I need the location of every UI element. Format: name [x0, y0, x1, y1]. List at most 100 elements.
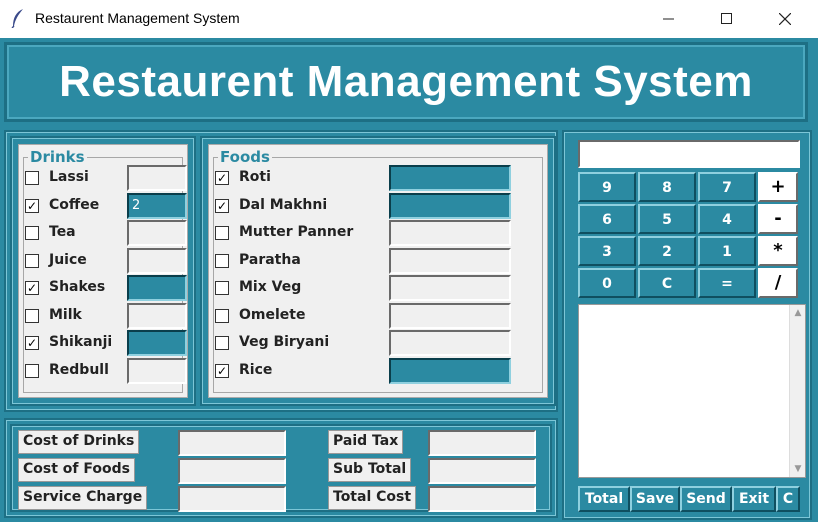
food-quantity-field[interactable]: [389, 275, 511, 301]
food-checkbox[interactable]: [215, 308, 229, 323]
minimize-button[interactable]: [640, 0, 698, 38]
calc-key[interactable]: 7: [698, 172, 756, 202]
calc-key[interactable]: 4: [698, 204, 756, 234]
calc-key[interactable]: 9: [578, 172, 636, 202]
food-checkbox[interactable]: ✓: [215, 171, 229, 185]
food-checkbox[interactable]: [215, 226, 229, 240]
drink-checkbox[interactable]: [25, 308, 39, 323]
food-quantity-field[interactable]: [389, 247, 511, 274]
calc-key[interactable]: 8: [638, 172, 696, 202]
drink-quantity-field[interactable]: 2: [127, 192, 187, 219]
drink-checkbox[interactable]: ✓: [25, 281, 39, 295]
food-quantity-field[interactable]: [389, 302, 511, 329]
drink-checkbox[interactable]: [25, 363, 39, 378]
calc-key[interactable]: -: [758, 204, 798, 234]
cost-of-drinks-label: Cost of Drinks: [18, 430, 140, 454]
food-item-row: Omelete: [209, 302, 547, 329]
sub-total-label: Sub Total: [328, 458, 412, 482]
maximize-icon: [721, 13, 732, 24]
food-item-label: Paratha: [239, 251, 301, 268]
scroll-down-icon[interactable]: ▼: [790, 461, 806, 477]
food-quantity-field[interactable]: [389, 165, 511, 191]
calc-key[interactable]: 3: [578, 236, 636, 266]
close-button[interactable]: [756, 0, 814, 38]
cost-frame: Cost of Drinks Cost of Foods Service Cha…: [4, 418, 558, 518]
calc-key[interactable]: 1: [698, 236, 756, 266]
calc-key[interactable]: 0: [578, 268, 636, 298]
drink-quantity-field[interactable]: [127, 220, 187, 246]
send-button[interactable]: Send: [680, 486, 732, 512]
clear-button[interactable]: C: [776, 486, 800, 512]
header-banner: Restaurent Management System: [4, 42, 808, 122]
drink-checkbox[interactable]: ✓: [25, 198, 39, 213]
drink-quantity-field[interactable]: [127, 165, 187, 191]
calc-key[interactable]: C: [638, 268, 696, 298]
drink-item-row: Juice: [19, 247, 187, 274]
save-button[interactable]: Save: [630, 486, 680, 512]
scroll-up-icon[interactable]: ▲: [790, 305, 806, 321]
calc-key[interactable]: 6: [578, 204, 636, 234]
drink-checkbox[interactable]: [25, 253, 39, 268]
drink-quantity-field[interactable]: [127, 302, 187, 329]
maximize-button[interactable]: [698, 0, 756, 38]
food-item-label: Veg Biryani: [239, 334, 330, 350]
food-item-row: ✓ Roti: [209, 165, 547, 191]
drink-item-label: Shakes: [49, 279, 106, 295]
cost-of-foods-field[interactable]: [178, 458, 286, 484]
calc-key[interactable]: 2: [638, 236, 696, 266]
food-checkbox[interactable]: [215, 253, 229, 268]
calculator-display[interactable]: [578, 140, 800, 168]
calc-key[interactable]: 5: [638, 204, 696, 234]
drinks-panel: Drinks Lassi ✓ Coffee 2 Tea Juice ✓ Shakes Milk ✓…: [18, 144, 188, 398]
cost-of-drinks-field[interactable]: [178, 430, 286, 456]
drink-quantity-field[interactable]: [127, 247, 187, 274]
food-item-label: Rice: [239, 361, 273, 378]
total-cost-field[interactable]: [428, 486, 536, 512]
receipt-textarea[interactable]: ▲ ▼: [578, 304, 806, 478]
drink-quantity-field[interactable]: [127, 357, 187, 384]
drink-checkbox[interactable]: [25, 226, 39, 240]
calc-key[interactable]: =: [698, 268, 756, 298]
drink-checkbox[interactable]: [25, 171, 39, 185]
drink-item-label: Redbull: [49, 361, 109, 378]
sub-total-field[interactable]: [428, 458, 536, 484]
food-checkbox[interactable]: ✓: [215, 198, 229, 213]
food-item-label: Mutter Panner: [239, 224, 354, 240]
drink-item-label: Shikanji: [49, 334, 113, 350]
total-button[interactable]: Total: [578, 486, 630, 512]
food-item-row: Mutter Panner: [209, 220, 547, 246]
service-charge-field[interactable]: [178, 486, 286, 512]
paid-tax-field[interactable]: [428, 430, 536, 456]
exit-button[interactable]: Exit: [732, 486, 776, 512]
service-charge-label: Service Charge: [18, 486, 148, 510]
cost-panel: Cost of Drinks Cost of Foods Service Cha…: [10, 424, 552, 512]
food-item-label: Mix Veg: [239, 279, 302, 295]
food-item-label: Dal Makhni: [239, 196, 328, 213]
food-quantity-field[interactable]: [389, 192, 511, 219]
window-titlebar[interactable]: Restaurent Management System: [0, 0, 818, 38]
drink-item-label: Coffee: [49, 196, 100, 213]
calc-key[interactable]: +: [758, 172, 798, 202]
drink-item-row: ✓ Shikanji: [19, 330, 187, 356]
drink-quantity-field[interactable]: [127, 275, 187, 301]
drink-checkbox[interactable]: ✓: [25, 336, 39, 350]
drink-item-row: ✓ Coffee 2: [19, 192, 187, 219]
cost-of-foods-label: Cost of Foods: [18, 458, 135, 482]
food-item-row: Mix Veg: [209, 275, 547, 301]
food-checkbox[interactable]: [215, 281, 229, 295]
food-quantity-field[interactable]: [389, 357, 511, 384]
food-quantity-field[interactable]: [389, 330, 511, 356]
food-checkbox[interactable]: [215, 336, 229, 350]
food-quantity-field[interactable]: [389, 220, 511, 246]
receipt-scrollbar[interactable]: ▲ ▼: [789, 305, 805, 477]
drinks-frame: Drinks Lassi ✓ Coffee 2 Tea Juice ✓ Shakes Milk ✓…: [10, 136, 196, 406]
drink-quantity-field[interactable]: [127, 330, 187, 356]
calc-key[interactable]: *: [758, 236, 798, 266]
calc-key[interactable]: /: [758, 268, 798, 298]
food-checkbox[interactable]: ✓: [215, 363, 229, 378]
drink-item-row: ✓ Shakes: [19, 275, 187, 301]
foods-group-label: Foods: [218, 148, 272, 166]
minimize-icon: [663, 18, 674, 20]
food-item-row: Paratha: [209, 247, 547, 274]
food-item-row: ✓ Dal Makhni: [209, 192, 547, 219]
